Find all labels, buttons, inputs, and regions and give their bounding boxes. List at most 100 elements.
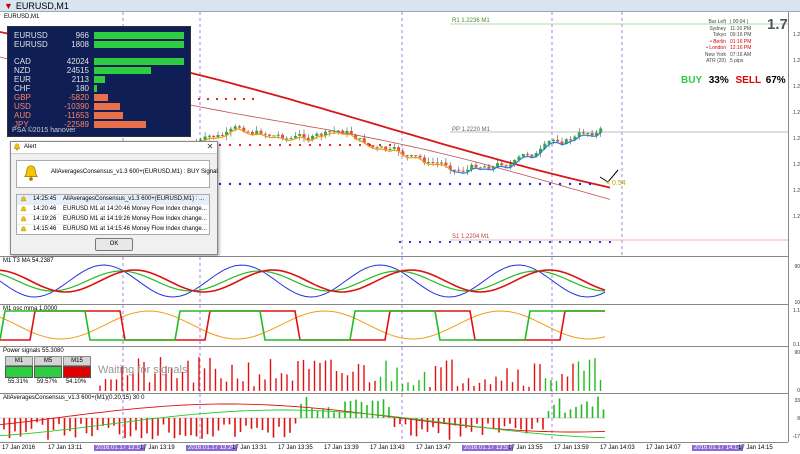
support-dot bbox=[438, 240, 442, 244]
clock-city: ATR (20) bbox=[706, 58, 726, 64]
alert-history-item[interactable]: 14:19:26 EURUSD M1 at 14:19:26 Money Flow… bbox=[17, 215, 209, 225]
window-titlebar[interactable]: ▼ EURUSD,M1 bbox=[0, 0, 800, 12]
psa-strength-bar bbox=[94, 112, 123, 119]
candle-body bbox=[233, 126, 237, 129]
power-tf-percent: 54.10% bbox=[65, 379, 87, 385]
time-axis-tick: 2016.01.17 13:18 bbox=[94, 445, 145, 451]
time-axis-tick: 17 Jan 13:19 bbox=[140, 445, 175, 451]
support-dot bbox=[588, 182, 592, 186]
support-dot bbox=[538, 240, 542, 244]
candle-body bbox=[349, 130, 353, 135]
alert-history-list[interactable]: 14:25:45 AllAveragesConsensus_v1.3 600+(E… bbox=[16, 194, 210, 235]
clock-time: 5 pips bbox=[730, 58, 744, 64]
resistance-dot bbox=[215, 97, 219, 101]
price-scale[interactable]: 1.2 1.2 1.2 1.2 1.2 1.2 1.2 1.2 90 10 1.1 0.1 90 0 33 8… bbox=[788, 12, 800, 442]
candle-body bbox=[431, 162, 435, 164]
candle-body bbox=[590, 132, 594, 136]
resistance-dot bbox=[298, 143, 302, 147]
support-dot bbox=[478, 182, 482, 186]
candle-body bbox=[315, 133, 319, 136]
price-scale-tick: 1.2 bbox=[793, 110, 800, 116]
power-tf-cell bbox=[5, 366, 33, 378]
alert-title: Alert bbox=[24, 144, 37, 150]
consensus-pane[interactable]: AllAveragesConsensus_v1.3 600+(M1)(0.20,… bbox=[0, 394, 788, 442]
psa-value: 966 bbox=[75, 31, 89, 40]
psa-strength-bar bbox=[94, 32, 185, 39]
resistance-dot bbox=[228, 143, 232, 147]
resistance-dot bbox=[338, 143, 342, 147]
psa-currency: CHF bbox=[14, 84, 31, 93]
psa-strength-bar bbox=[94, 85, 97, 92]
window-menu-icon[interactable]: ▼ bbox=[4, 1, 13, 11]
chart-symbol-tag: EURUSD,M1 bbox=[4, 14, 40, 20]
candle-body bbox=[255, 130, 259, 135]
bell-icon bbox=[22, 164, 40, 182]
close-icon[interactable]: ✕ bbox=[205, 142, 215, 152]
osc-mma-pane[interactable]: M1 osc mma 1.0000 bbox=[0, 305, 788, 347]
alert-history-item[interactable]: 14:20:46 EURUSD M1 at 14:20:46 Money Flow… bbox=[17, 205, 209, 215]
candle-body bbox=[530, 154, 534, 157]
candle-body bbox=[358, 138, 362, 140]
candle-body bbox=[599, 128, 603, 133]
psa-value: 42024 bbox=[66, 57, 89, 66]
time-axis-tick: 2016.01.17 13:53 bbox=[462, 445, 513, 451]
psa-value: -22589 bbox=[64, 120, 89, 129]
psa-currency: EUR bbox=[14, 75, 31, 84]
power-tf-header: M15 bbox=[63, 356, 91, 366]
ok-button[interactable]: OK bbox=[95, 238, 133, 251]
psa-value: 2113 bbox=[71, 75, 89, 84]
support-dot bbox=[588, 240, 592, 244]
time-axis[interactable]: 17 Jan 2016 17 Jan 13:11 2016.01.17 13:18 1… bbox=[0, 442, 788, 454]
t3-ma-plot bbox=[0, 257, 606, 304]
support-dot bbox=[328, 182, 332, 186]
psa-strength-panel: PSA ©2015 hanover EURUSD 966 EURUSD 1808 CAD… bbox=[7, 26, 191, 137]
candle-body bbox=[238, 126, 241, 128]
clock-city: Bar Left bbox=[708, 19, 726, 25]
candle-body bbox=[371, 145, 375, 148]
support-dot bbox=[408, 182, 412, 186]
candle-body bbox=[478, 167, 482, 169]
psa-currency: EURUSD bbox=[14, 31, 48, 40]
clock-time: 09:16 PM bbox=[730, 32, 752, 38]
clock-city: New York bbox=[704, 51, 726, 58]
support-dot bbox=[548, 182, 552, 186]
resistance-dot bbox=[288, 143, 292, 147]
psa-currency: NZD bbox=[14, 66, 31, 75]
support-dot bbox=[608, 240, 612, 244]
psa-value: 24515 bbox=[66, 66, 89, 75]
alert-dialog[interactable]: Alert ✕ AllAveragesConsensus_v1.3 600+(E… bbox=[10, 141, 218, 255]
support-dot bbox=[598, 240, 602, 244]
psa-currency: GBP bbox=[14, 93, 31, 102]
power-pane-label: Power signals 55.3080 bbox=[3, 348, 64, 354]
candle-body bbox=[289, 137, 293, 139]
resistance-dot bbox=[258, 143, 262, 147]
psa-strength-bar bbox=[94, 94, 109, 101]
psa-value: -11653 bbox=[64, 111, 89, 120]
candle-body bbox=[298, 134, 302, 136]
candle-body bbox=[332, 130, 336, 132]
candle-body bbox=[556, 139, 560, 142]
candle-body bbox=[216, 134, 220, 138]
support-dot bbox=[538, 182, 542, 186]
bell-icon bbox=[20, 226, 27, 234]
sell-percent: 67% bbox=[765, 75, 786, 86]
candle-body bbox=[268, 134, 272, 136]
support-dot bbox=[488, 182, 492, 186]
candle-body bbox=[504, 165, 508, 167]
alert-history-item[interactable]: 14:15:46 EURUSD M1 at 14:15:46 Money Flow… bbox=[17, 225, 209, 234]
support-dot bbox=[528, 240, 532, 244]
resistance-dot bbox=[233, 97, 237, 101]
psa-row: EURUSD 966 bbox=[14, 31, 185, 40]
s1-level-label: S1 1.2204 M1 bbox=[452, 234, 490, 240]
price-scale-tick: 1.2 bbox=[793, 32, 800, 38]
alert-history-item[interactable]: 14:25:45 AllAveragesConsensus_v1.3 600+(E… bbox=[17, 195, 209, 205]
time-axis-tick: 17 Jan 14:07 bbox=[646, 445, 681, 451]
t3-ma-pane[interactable]: M1 T3 MA 54.2387 bbox=[0, 257, 788, 305]
candle-body bbox=[328, 131, 332, 133]
time-axis-tick: 17 Jan 13:11 bbox=[48, 445, 83, 451]
resistance-dot bbox=[328, 143, 332, 147]
psa-currency: CAD bbox=[14, 57, 31, 66]
resistance-dot bbox=[197, 97, 201, 101]
alert-titlebar[interactable]: Alert ✕ bbox=[11, 142, 217, 154]
resistance-dot bbox=[248, 143, 252, 147]
